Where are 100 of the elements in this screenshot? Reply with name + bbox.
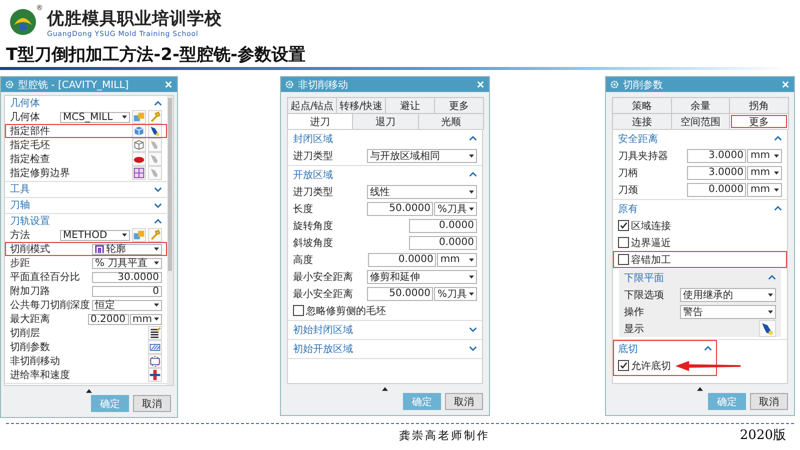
unit-dropdown[interactable]: %刀具	[434, 202, 477, 216]
section-title[interactable]: 刀轴	[10, 198, 154, 212]
dropdown[interactable]: 使用继承的	[680, 288, 776, 302]
field-label: 刀柄	[618, 166, 639, 180]
number-field[interactable]: 0.0000	[408, 236, 477, 250]
section-title[interactable]: 安全距离	[618, 132, 774, 146]
checkbox[interactable]	[618, 360, 629, 371]
number-field[interactable]: 50.0000	[367, 286, 434, 300]
field-label: 切削层	[10, 326, 41, 340]
slide-title: T型刀倒扣加工方法-2-型腔铣-参数设置	[6, 44, 307, 66]
close-icon[interactable]	[164, 80, 173, 89]
checkbox[interactable]	[618, 254, 629, 265]
tab[interactable]: 起点/钻点	[287, 97, 337, 114]
dropdown[interactable]: 线性	[367, 184, 477, 198]
field-label: 指定检查	[10, 152, 51, 166]
cancel-button[interactable]: 取消	[750, 393, 788, 410]
dropdown[interactable]: 警告	[680, 304, 776, 318]
number-field[interactable]: 0.0000	[408, 218, 477, 232]
caret-icon	[122, 115, 127, 119]
close-icon[interactable]	[476, 80, 485, 89]
number-field[interactable]: 0.2000	[88, 314, 129, 324]
expand-icon[interactable]	[469, 345, 477, 352]
field-label: 指定修剪边界	[10, 166, 71, 180]
unit-dropdown[interactable]: mm	[747, 182, 782, 196]
caret-icon	[768, 310, 773, 314]
section-title[interactable]: 底切	[618, 342, 704, 356]
expand-icon[interactable]	[154, 202, 162, 208]
field-label: 进刀类型	[293, 150, 334, 162]
dropdown[interactable]: METHOD	[60, 230, 130, 240]
checkbox[interactable]	[293, 305, 304, 316]
field-label: 切削模式	[10, 242, 51, 256]
number-field[interactable]: 3.0000	[686, 148, 746, 162]
grid-icon[interactable]	[132, 166, 146, 180]
dropdown[interactable]: 与开放区域相同	[367, 148, 477, 162]
cube-icon[interactable]	[132, 124, 146, 138]
section-title[interactable]: 封闭区域	[293, 132, 469, 146]
section-title[interactable]: 工具	[10, 182, 154, 196]
unit-dropdown[interactable]: %刀具	[434, 286, 477, 300]
dropdown[interactable]: % 刀具平直	[92, 258, 162, 268]
unit-dropdown[interactable]: mm	[437, 252, 477, 266]
settings-icon	[610, 80, 619, 89]
section-title[interactable]: 初始封闭区域	[293, 322, 469, 336]
number-field[interactable]: 0.0000	[686, 182, 746, 196]
dropdown[interactable]: 修剪和延伸	[367, 270, 477, 284]
number-field[interactable]: 50.0000	[367, 202, 434, 216]
section-title[interactable]: 初始开放区域	[293, 342, 469, 356]
expand-icon[interactable]	[469, 326, 477, 333]
tab[interactable]: 更多	[434, 97, 484, 114]
tab[interactable]: 更多	[729, 113, 790, 130]
close-icon[interactable]	[781, 80, 790, 89]
checkbox-label: 忽略修剪侧的毛坯	[306, 304, 386, 318]
hatch-icon[interactable]	[148, 340, 162, 354]
flashlight-icon[interactable]	[148, 124, 162, 138]
dropdown[interactable]: 恒定	[92, 300, 162, 310]
cancel-button[interactable]: 取消	[133, 395, 171, 412]
feed-icon[interactable]	[148, 368, 162, 382]
section-title[interactable]: 刀轨设置	[10, 214, 154, 228]
unit-dropdown[interactable]: mm	[747, 166, 782, 180]
dialog-title: 非切削移动	[298, 78, 349, 92]
number-field[interactable]: 0.0000	[368, 252, 436, 266]
caret-icon	[154, 261, 159, 265]
caret-icon	[122, 233, 127, 237]
collapse-icon[interactable]	[697, 387, 703, 391]
caret-icon	[774, 154, 779, 158]
layers-icon[interactable]	[148, 326, 162, 340]
number-field[interactable]: 30.0000	[92, 272, 162, 282]
boxes-icon[interactable]	[132, 228, 146, 242]
caret-icon	[469, 292, 474, 296]
number-field[interactable]: 3.0000	[686, 166, 746, 180]
field-label: 下限选项	[624, 288, 665, 302]
solid-shape-icon[interactable]	[132, 152, 146, 166]
section-title[interactable]: 几何体	[10, 96, 154, 110]
unit-dropdown[interactable]: mm	[130, 314, 162, 324]
cancel-button[interactable]: 取消	[445, 393, 483, 410]
tab[interactable]: 拐角	[729, 97, 790, 114]
collapse-icon[interactable]	[86, 389, 92, 393]
expand-icon[interactable]	[154, 186, 162, 192]
field-label: 刀具夹持器	[618, 150, 669, 162]
caret-icon	[154, 247, 159, 251]
tab[interactable]: 进刀	[287, 113, 354, 130]
school-name: 优胜模具职业培训学校	[47, 8, 222, 30]
scrollbar[interactable]	[167, 96, 173, 385]
number-field[interactable]: 0	[92, 286, 162, 296]
caret-icon	[768, 292, 773, 296]
tab[interactable]: 策略	[612, 97, 672, 114]
section-title[interactable]: 开放区域	[293, 168, 469, 182]
dropdown[interactable]: 轮廓	[92, 244, 162, 254]
hatch-icon[interactable]	[148, 354, 162, 368]
flashlight-icon[interactable]	[759, 320, 776, 337]
checkbox[interactable]	[618, 220, 629, 231]
checkbox[interactable]	[618, 237, 629, 248]
wireframe-cube-icon[interactable]	[132, 138, 146, 152]
section-title[interactable]: 下限平面	[624, 270, 768, 284]
dropdown[interactable]: MCS_MILL	[60, 112, 130, 122]
school-logo	[8, 7, 38, 37]
collapse-icon[interactable]	[382, 387, 388, 391]
unit-dropdown[interactable]: mm	[747, 148, 782, 162]
checkbox-label: 允许底切	[631, 360, 671, 372]
section-title[interactable]: 原有	[618, 202, 774, 216]
field-label: 几何体	[10, 111, 41, 124]
